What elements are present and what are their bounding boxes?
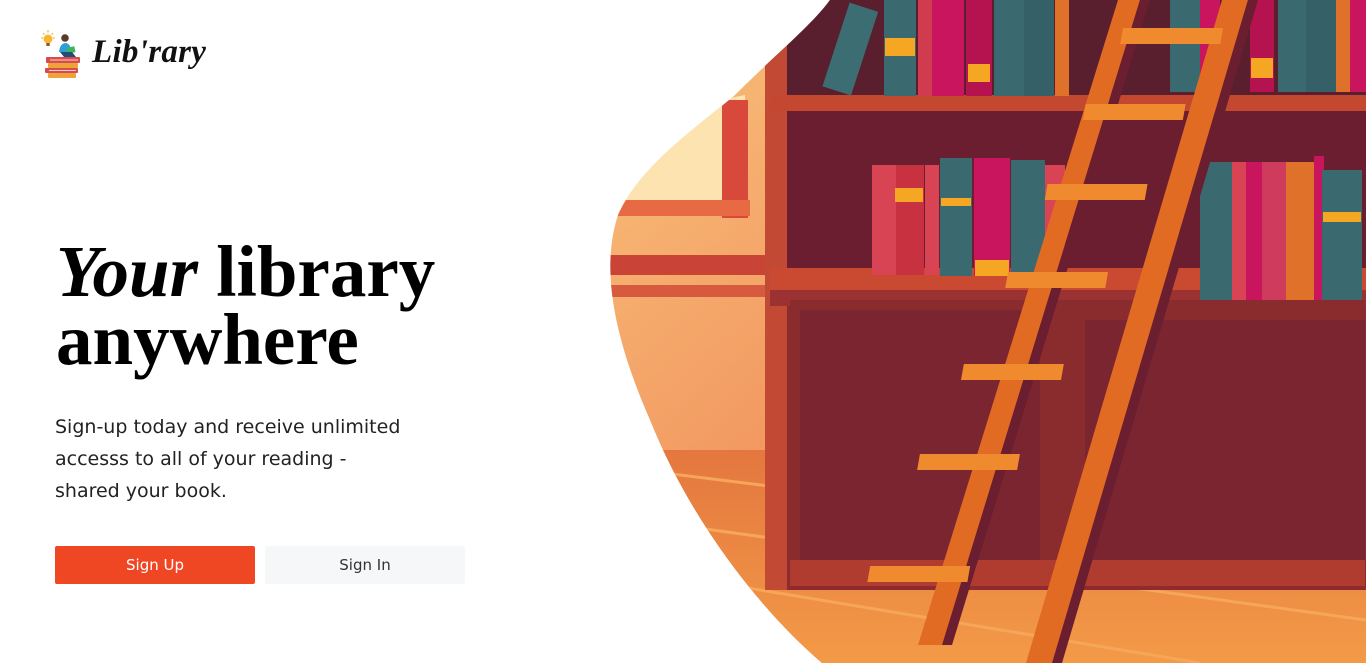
sign-in-button[interactable]: Sign In [265,546,465,584]
sign-up-button[interactable]: Sign Up [55,546,255,584]
hero-title: Your library anywhere [56,235,435,376]
hero-subtitle: Sign-up today and receive unlimited acce… [55,416,401,502]
brand-logo[interactable]: Lib'rary [38,28,206,80]
hero-title-line2: anywhere [56,299,359,380]
brand-name: Lib'rary [92,33,207,70]
reading-person-books-icon [41,30,80,78]
